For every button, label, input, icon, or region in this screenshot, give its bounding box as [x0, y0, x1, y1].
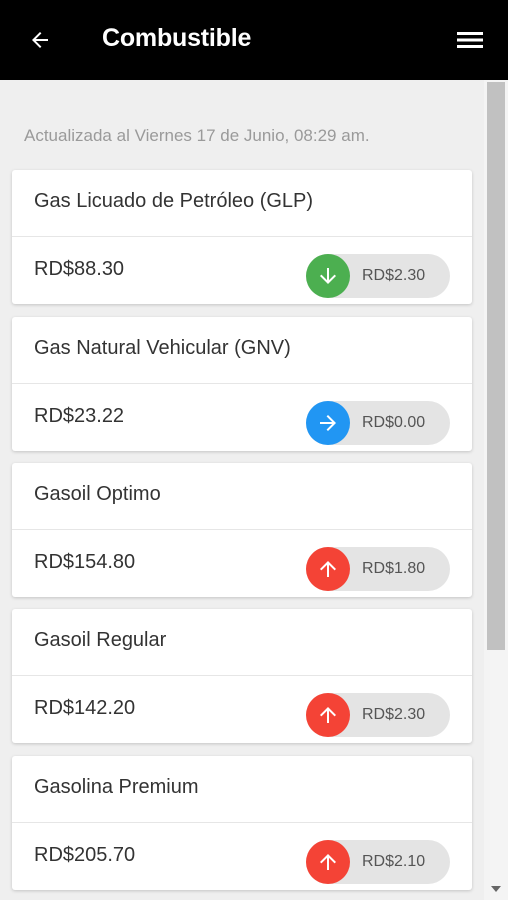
price-change-chip: RD$2.30: [306, 693, 450, 737]
price-change: RD$0.00: [362, 414, 426, 431]
fuel-price: RD$23.22: [34, 405, 125, 427]
price-change-chip: RD$1.80: [306, 547, 450, 591]
divider: [12, 236, 472, 237]
fuel-card[interactable]: Gas Licuado de Petróleo (GLP) RD$88.30 R…: [12, 170, 472, 304]
price-change: RD$1.80: [362, 560, 426, 577]
fuel-name: Gas Licuado de Petróleo (GLP): [34, 190, 314, 212]
fuel-card[interactable]: Gasoil Regular RD$142.20 RD$2.30: [12, 609, 472, 743]
scrollbar-thumb[interactable]: [487, 82, 505, 650]
divider: [12, 383, 472, 384]
arrow-right-icon: [306, 401, 350, 445]
fuel-card[interactable]: Gasoil Optimo RD$154.80 RD$1.80: [12, 463, 472, 597]
arrow-down-icon: [306, 254, 350, 298]
price-change-chip: RD$2.30: [306, 254, 450, 298]
arrow-up-icon: [306, 547, 350, 591]
fuel-name: Gasoil Optimo: [34, 483, 161, 505]
divider: [12, 822, 472, 823]
arrow-left-icon: [32, 32, 48, 48]
divider: [12, 529, 472, 530]
page-title: Combustible: [102, 24, 252, 52]
fuel-card[interactable]: Gasolina Premium RD$205.70 RD$2.10: [12, 756, 472, 890]
price-change: RD$2.10: [362, 853, 426, 870]
scrollbar[interactable]: [484, 80, 508, 900]
fuel-price: RD$142.20: [34, 697, 136, 719]
fuel-price: RD$205.70: [34, 844, 136, 866]
updated-timestamp: Actualizada al Viernes 17 de Junio, 08:2…: [24, 126, 370, 145]
fuel-name: Gasoil Regular: [34, 629, 167, 651]
fuel-list: Actualizada al Viernes 17 de Junio, 08:2…: [0, 80, 484, 900]
hamburger-menu-icon: [457, 32, 483, 48]
price-change-chip: RD$2.10: [306, 840, 450, 884]
price-change: RD$2.30: [362, 267, 426, 284]
divider: [12, 675, 472, 676]
menu-button[interactable]: [452, 22, 488, 58]
app-bar: Combustible: [0, 0, 508, 80]
back-button[interactable]: [22, 22, 58, 58]
fuel-price: RD$88.30: [34, 258, 125, 280]
arrow-up-icon: [306, 840, 350, 884]
price-change: RD$2.30: [362, 706, 426, 723]
fuel-card[interactable]: Gas Natural Vehicular (GNV) RD$23.22 RD$…: [12, 317, 472, 451]
price-change-chip: RD$0.00: [306, 401, 450, 445]
fuel-name: Gasolina Premium: [34, 776, 199, 798]
scroll-down-arrow-icon[interactable]: [491, 886, 501, 892]
fuel-name: Gas Natural Vehicular (GNV): [34, 337, 291, 359]
fuel-price: RD$154.80: [34, 551, 136, 573]
arrow-up-icon: [306, 693, 350, 737]
